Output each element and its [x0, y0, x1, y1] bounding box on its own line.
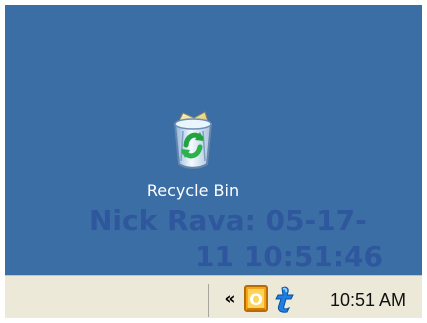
blue-t-icon[interactable] [273, 285, 295, 313]
system-tray: « O 10:51 AM [208, 284, 422, 317]
timestamp-watermark: Nick Rava: 05-17- 11 10:51:46 [89, 203, 409, 273]
outlook-icon[interactable]: O [244, 285, 268, 312]
recycle-bin-label: Recycle Bin [146, 181, 240, 200]
screen: Recycle Bin Nick Rava: 05-17- 11 10:51:4… [0, 0, 427, 323]
svg-text:O: O [249, 290, 263, 309]
show-hidden-icons-chevron[interactable]: « [221, 288, 239, 310]
taskbar[interactable]: « O 10:51 AM [5, 275, 422, 318]
recycle-bin-icon [173, 111, 213, 169]
watermark-line-2: 11 10:51:46 [195, 240, 384, 273]
system-clock[interactable]: 10:51 AM [315, 289, 421, 311]
desktop[interactable]: Recycle Bin Nick Rava: 05-17- 11 10:51:4… [5, 5, 422, 275]
watermark-line-1: Nick Rava: 05-17- [89, 204, 367, 237]
